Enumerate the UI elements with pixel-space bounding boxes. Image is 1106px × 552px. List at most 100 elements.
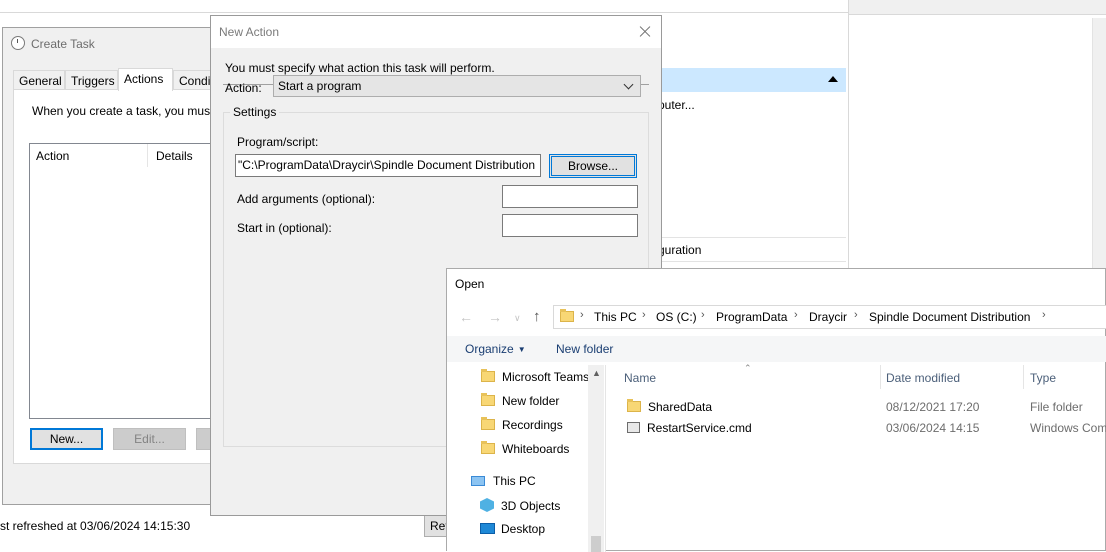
actions-panel-item[interactable]: guration xyxy=(658,243,701,257)
program-script-input[interactable]: "C:\ProgramData\Draycir\Spindle Document… xyxy=(235,154,541,177)
file-name: SharedData xyxy=(627,399,712,414)
file-type: Windows Com xyxy=(1030,421,1106,435)
navigation-bar: ← → ∨ ↑ › This PC › OS (C:) › ProgramDat… xyxy=(447,305,1106,331)
tree-item-this-pc[interactable]: This PC xyxy=(471,474,536,488)
breadcrumb-this-pc[interactable]: This PC xyxy=(594,310,637,324)
actions-panel-item[interactable]: puter... xyxy=(658,98,695,112)
breadcrumb-separator-icon[interactable]: › xyxy=(794,309,798,321)
pane-divider[interactable] xyxy=(605,365,606,552)
new-action-button[interactable]: New... xyxy=(30,428,103,450)
dropdown-arrow-icon: ▼ xyxy=(517,345,526,354)
folder-icon xyxy=(481,441,495,454)
folder-icon xyxy=(627,399,641,412)
actions-separator xyxy=(650,237,846,238)
status-text: st refreshed at 03/06/2024 14:15:30 xyxy=(0,519,191,533)
open-dialog-title: Open xyxy=(455,277,485,291)
file-type: File folder xyxy=(1030,400,1083,414)
breadcrumb-os-c[interactable]: OS (C:) xyxy=(656,310,697,324)
tree-item-whiteboards[interactable]: Whiteboards xyxy=(481,441,569,456)
breadcrumb-separator-icon[interactable]: › xyxy=(642,309,646,321)
breadcrumb-draycir[interactable]: Draycir xyxy=(809,310,847,324)
chevron-down-icon xyxy=(623,79,634,90)
create-task-dialog: Create Task General Triggers Actions Con… xyxy=(2,27,223,505)
close-icon[interactable] xyxy=(629,16,661,48)
breadcrumb-separator-icon: › xyxy=(580,309,584,321)
file-row[interactable]: SharedData 08/12/2021 17:20 File folder xyxy=(607,397,1106,417)
arguments-label: Add arguments (optional): xyxy=(237,192,376,206)
file-list[interactable]: ⌃ Name Date modified Type SharedData 08/… xyxy=(607,363,1106,552)
cmd-file-icon xyxy=(627,422,640,433)
breadcrumb-programdata[interactable]: ProgramData xyxy=(716,310,787,324)
browse-button[interactable]: Browse... xyxy=(549,154,637,178)
clock-icon xyxy=(11,36,25,50)
tree-item-microsoft-teams[interactable]: Microsoft Teams xyxy=(481,369,589,384)
desktop-icon xyxy=(480,523,495,534)
new-folder-button[interactable]: New folder xyxy=(556,342,613,356)
file-name: RestartService.cmd xyxy=(627,421,752,435)
open-dialog-toolbar: Organize ▼ New folder xyxy=(447,336,1106,362)
background-right-pane xyxy=(848,0,1106,270)
tab-general[interactable]: General xyxy=(13,70,65,90)
action-label: Action: xyxy=(225,81,262,95)
tab-actions[interactable]: Actions xyxy=(118,68,173,91)
navigation-tree[interactable]: Microsoft Teams New folder Recordings Wh… xyxy=(447,365,605,552)
cube-icon xyxy=(480,498,494,512)
tree-item-new-folder[interactable]: New folder xyxy=(481,393,559,408)
arguments-input[interactable] xyxy=(502,185,638,208)
tree-item-desktop[interactable]: Desktop xyxy=(480,522,545,536)
column-divider[interactable] xyxy=(1023,365,1024,389)
column-header-details[interactable]: Details xyxy=(156,149,193,163)
focus-ring xyxy=(551,156,635,176)
forward-arrow-icon[interactable]: → xyxy=(488,309,502,325)
new-action-title: New Action xyxy=(219,25,280,39)
actions-list[interactable]: Action Details xyxy=(29,143,219,419)
tab-triggers[interactable]: Triggers xyxy=(65,70,118,90)
folder-icon xyxy=(560,309,574,322)
breadcrumb-spindle[interactable]: Spindle Document Distribution xyxy=(869,310,1030,324)
program-script-label: Program/script: xyxy=(237,135,319,149)
organize-menu[interactable]: Organize ▼ xyxy=(465,342,526,356)
new-action-titlebar: New Action xyxy=(211,16,661,48)
computer-icon xyxy=(471,476,485,486)
actions-separator xyxy=(650,261,846,262)
column-header-date-modified[interactable]: Date modified xyxy=(886,371,960,385)
scroll-thumb[interactable] xyxy=(591,536,601,552)
breadcrumb-separator-icon[interactable]: › xyxy=(1042,309,1046,321)
action-dropdown[interactable]: Start a program xyxy=(273,75,641,97)
tree-item-recordings[interactable]: Recordings xyxy=(481,417,563,432)
right-pane-header xyxy=(849,0,1106,15)
column-divider[interactable] xyxy=(880,365,881,389)
folder-icon xyxy=(481,369,495,382)
scroll-up-arrow-icon[interactable]: ▲ xyxy=(592,368,601,378)
start-in-input[interactable] xyxy=(502,214,638,237)
folder-icon xyxy=(481,393,495,406)
file-date: 08/12/2021 17:20 xyxy=(886,400,980,414)
tree-item-3d-objects[interactable]: 3D Objects xyxy=(480,498,560,513)
column-header-name[interactable]: Name xyxy=(624,371,656,385)
file-date: 03/06/2024 14:15 xyxy=(886,421,980,435)
collapse-arrow-icon[interactable] xyxy=(828,76,838,82)
up-arrow-icon[interactable]: ↑ xyxy=(533,308,541,325)
column-divider xyxy=(147,144,148,167)
open-file-dialog: Open ← → ∨ ↑ › This PC › OS (C:) › Progr… xyxy=(446,268,1106,552)
menu-divider xyxy=(0,12,848,13)
folder-icon xyxy=(481,417,495,430)
breadcrumb-separator-icon[interactable]: › xyxy=(854,309,858,321)
actions-description: When you create a task, you must xyxy=(32,104,214,118)
edit-action-button[interactable]: Edit... xyxy=(113,428,186,450)
recent-locations-icon[interactable]: ∨ xyxy=(514,313,521,324)
settings-group-label: Settings xyxy=(230,105,280,119)
file-row[interactable]: RestartService.cmd 03/06/2024 14:15 Wind… xyxy=(607,418,1106,438)
back-arrow-icon[interactable]: ← xyxy=(459,309,473,325)
actions-panel-header[interactable] xyxy=(650,68,846,92)
breadcrumb-separator-icon[interactable]: › xyxy=(701,309,705,321)
column-header-action[interactable]: Action xyxy=(36,149,69,163)
tree-scrollbar[interactable]: ▲ xyxy=(588,365,604,552)
actions-tab-page: When you create a task, you must Action … xyxy=(13,89,219,464)
create-task-title: Create Task xyxy=(11,36,95,51)
action-dropdown-value: Start a program xyxy=(278,79,362,93)
column-header-type[interactable]: Type xyxy=(1030,371,1056,385)
right-pane-scrollbar[interactable] xyxy=(1092,18,1106,270)
instruction-text: You must specify what action this task w… xyxy=(225,61,495,75)
address-bar[interactable]: › This PC › OS (C:) › ProgramData › Dray… xyxy=(553,305,1106,329)
